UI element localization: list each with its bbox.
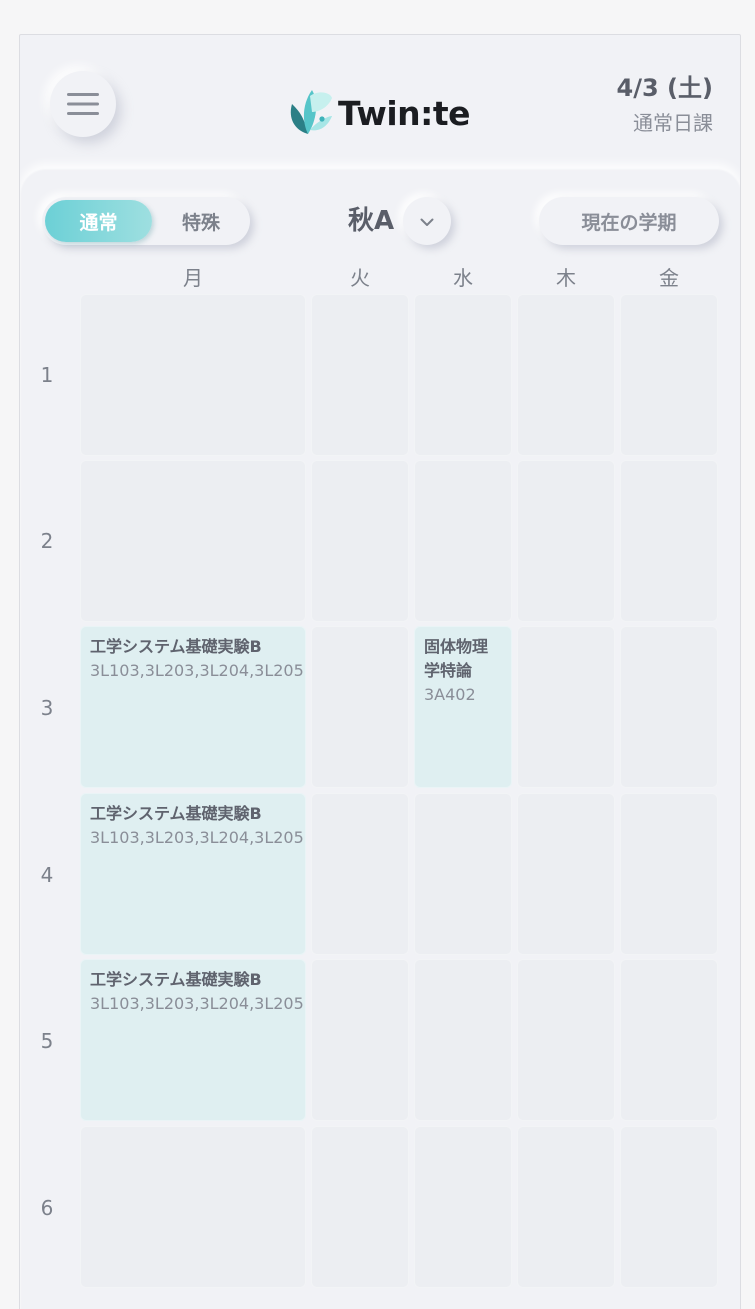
cell-thu-5[interactable]: [517, 959, 615, 1121]
period-label-2: 2: [40, 529, 54, 553]
cell-fri-3[interactable]: [620, 626, 718, 788]
period-label-4: 4: [40, 863, 54, 887]
course-room: 3A402: [424, 685, 476, 704]
course-card-mon-5[interactable]: 工学システム基礎実験B 3L103,3L203,3L204,3L205: [80, 959, 306, 1121]
current-date: 4/3 (土): [616, 74, 713, 102]
cell-wed-6[interactable]: [414, 1126, 512, 1288]
day-header-tue: 火: [350, 266, 370, 290]
cell-thu-2[interactable]: [517, 460, 615, 622]
cell-tue-1[interactable]: [311, 294, 409, 456]
cell-thu-4[interactable]: [517, 793, 615, 955]
day-header-mon: 月: [183, 266, 203, 290]
course-room: 3L103,3L203,3L204,3L205: [90, 828, 304, 847]
hamburger-icon: [67, 93, 99, 115]
cell-mon-1[interactable]: [80, 294, 306, 456]
cell-wed-2[interactable]: [414, 460, 512, 622]
menu-button[interactable]: [50, 71, 116, 137]
course-card-mon-3[interactable]: 工学システム基礎実験B 3L103,3L203,3L204,3L205: [80, 626, 306, 788]
cell-tue-6[interactable]: [311, 1126, 409, 1288]
cell-wed-1[interactable]: [414, 294, 512, 456]
current-term-button[interactable]: 現在の学期: [539, 197, 719, 245]
course-name: 固体物理学特論: [424, 637, 489, 680]
cell-fri-4[interactable]: [620, 793, 718, 955]
cell-thu-3[interactable]: [517, 626, 615, 788]
cell-tue-4[interactable]: [311, 793, 409, 955]
period-label-6: 6: [40, 1196, 54, 1220]
cell-tue-2[interactable]: [311, 460, 409, 622]
toggle-normal[interactable]: 通常: [45, 200, 152, 242]
schedule-type: 通常日課: [633, 111, 713, 135]
course-card-wed-3[interactable]: 固体物理学特論 3A402: [414, 626, 512, 788]
mode-toggle[interactable]: 通常 特殊: [42, 197, 250, 245]
period-label-3: 3: [40, 696, 54, 720]
cell-thu-1[interactable]: [517, 294, 615, 456]
cell-fri-6[interactable]: [620, 1126, 718, 1288]
cell-wed-4[interactable]: [414, 793, 512, 955]
course-name: 工学システム基礎実験B: [90, 637, 262, 656]
period-label-1: 1: [40, 363, 54, 387]
chevron-down-icon: [420, 212, 434, 231]
course-name: 工学システム基礎実験B: [90, 804, 262, 823]
cell-fri-1[interactable]: [620, 294, 718, 456]
cell-mon-2[interactable]: [80, 460, 306, 622]
cell-thu-6[interactable]: [517, 1126, 615, 1288]
term-dropdown-button[interactable]: [403, 197, 451, 245]
toggle-special[interactable]: 特殊: [152, 200, 250, 242]
course-name: 工学システム基礎実験B: [90, 970, 262, 989]
cell-tue-5[interactable]: [311, 959, 409, 1121]
course-room: 3L103,3L203,3L204,3L205: [90, 661, 304, 680]
twinte-logo: Twin:te: [288, 86, 471, 140]
cell-fri-5[interactable]: [620, 959, 718, 1121]
cell-wed-5[interactable]: [414, 959, 512, 1121]
cell-tue-3[interactable]: [311, 626, 409, 788]
course-card-mon-4[interactable]: 工学システム基礎実験B 3L103,3L203,3L204,3L205: [80, 793, 306, 955]
cell-mon-6[interactable]: [80, 1126, 306, 1288]
app-window: Twin:te 4/3 (土) 通常日課 通常 特殊 秋A 現在の学期 月 火 …: [19, 34, 741, 1309]
term-label: 秋A: [348, 206, 395, 236]
day-header-fri: 金: [659, 266, 679, 290]
course-room: 3L103,3L203,3L204,3L205: [90, 994, 304, 1013]
butterfly-logo-icon: [288, 86, 336, 140]
cell-fri-2[interactable]: [620, 460, 718, 622]
date-display: 4/3 (土) 通常日課: [617, 71, 713, 138]
day-header-thu: 木: [556, 266, 576, 290]
logo-text: Twin:te: [338, 93, 471, 133]
day-header-wed: 水: [453, 266, 473, 290]
period-label-5: 5: [40, 1029, 54, 1053]
